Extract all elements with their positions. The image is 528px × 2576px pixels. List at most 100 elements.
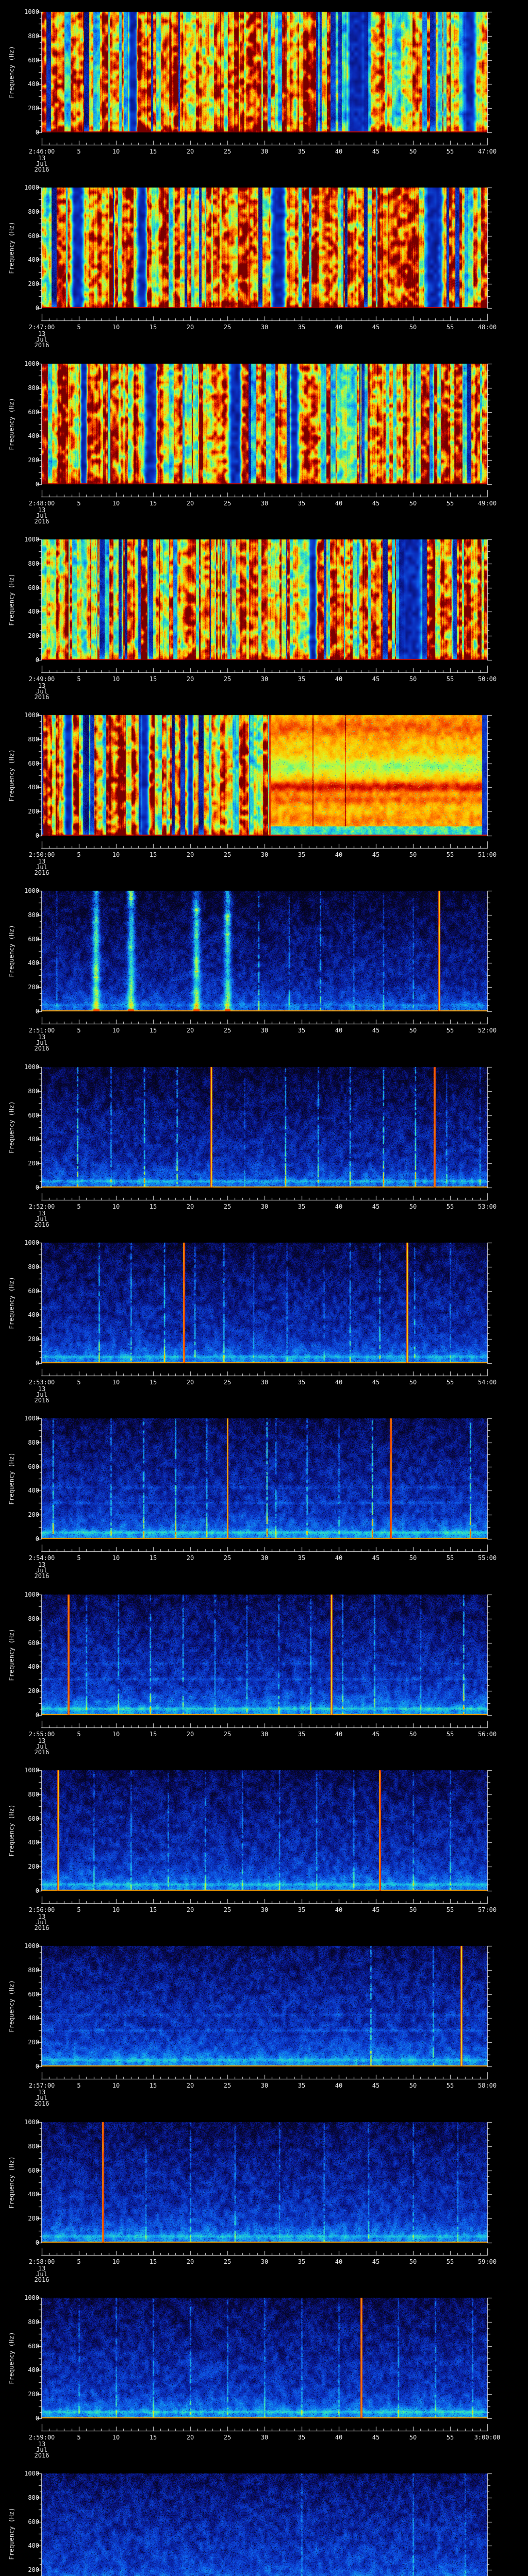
y-tick-label: 200 — [28, 280, 39, 287]
date-line: 2016 — [34, 342, 50, 349]
x-tick-label: 15 — [149, 148, 157, 155]
x-tick-label: 15 — [149, 1203, 157, 1210]
spectrogram-panel: Frequency (Hz) 0 200 400 600 800 1000 2:56:00 5… — [0, 1758, 528, 1934]
x-tick-label: 45 — [372, 1027, 380, 1034]
x-tick-label: 35 — [298, 1379, 306, 1386]
x-tick-label: 55 — [446, 2082, 454, 2089]
spectrogram-panel: Frequency (Hz) 0 200 400 600 800 1000 2:49:00 5… — [0, 528, 528, 703]
x-tick-label: 25 — [223, 2082, 232, 2089]
y-axis-title: Frequency (Hz) — [1, 891, 23, 1011]
x-start-time-label: 2:58:00 — [28, 2258, 55, 2265]
y-axis-title: Frequency (Hz) — [1, 715, 23, 836]
x-tick-label: 5 — [77, 500, 81, 507]
x-tick-label: 5 — [77, 1554, 81, 1562]
x-end-time-label: 55:00 — [477, 1554, 497, 1562]
x-tick-label: 25 — [223, 2258, 232, 2265]
x-tick-label: 20 — [186, 2434, 194, 2441]
x-end-time-label: 56:00 — [477, 1731, 497, 1738]
y-tick-label: 800 — [28, 736, 39, 743]
spectrogram-panel: Frequency (Hz) 0 200 400 600 800 1000 2:57:00 5… — [0, 1934, 528, 2110]
y-tick-label: 800 — [28, 1967, 39, 1974]
y-tick-label: 1000 — [24, 8, 39, 15]
x-start-time-label: 2:49:00 — [28, 675, 55, 683]
x-tick-label: 40 — [335, 2082, 343, 2089]
y-tick-label: 400 — [28, 608, 39, 615]
x-tick-label: 40 — [335, 148, 343, 155]
x-tick-label: 35 — [298, 2082, 306, 2089]
x-tick-label: 5 — [77, 1203, 81, 1210]
y-tick-label: 400 — [28, 2014, 39, 2022]
y-tick-label: 400 — [28, 1487, 39, 1494]
date-label: 13 Jul 2016 — [19, 1386, 65, 1403]
x-tick-label: 10 — [112, 2082, 120, 2089]
x-tick-label: 50 — [409, 500, 417, 507]
y-tick-label: 400 — [28, 80, 39, 88]
x-start-time-label: 2:50:00 — [28, 851, 55, 858]
x-tick-label: 25 — [223, 1554, 232, 1562]
x-tick-label: 5 — [77, 1906, 81, 1913]
x-tick-label: 35 — [298, 1203, 306, 1210]
y-tick-label: 600 — [28, 409, 39, 416]
x-tick-label: 10 — [112, 2258, 120, 2265]
x-end-time-label: 53:00 — [477, 1203, 497, 1210]
date-line: 2016 — [34, 166, 50, 173]
y-axis-title: Frequency (Hz) — [1, 2122, 23, 2243]
y-tick-label: 400 — [28, 432, 39, 439]
date-line: 2016 — [34, 1221, 50, 1228]
y-tick-label: 600 — [28, 1287, 39, 1295]
y-axis-title: Frequency (Hz) — [1, 1595, 23, 1715]
spectrogram-panel: Frequency (Hz) 0 200 400 600 800 1000 2:47:00 5… — [0, 176, 528, 352]
y-tick-label: 1000 — [24, 1767, 39, 1774]
y-tick-label: 400 — [28, 1136, 39, 1143]
y-axis-title: Frequency (Hz) — [1, 1770, 23, 1891]
date-line: 2016 — [34, 869, 50, 876]
y-tick-label: 200 — [28, 2391, 39, 2398]
x-tick-label: 35 — [298, 324, 306, 331]
x-tick-label: 50 — [409, 324, 417, 331]
x-tick-label: 5 — [77, 1731, 81, 1738]
x-tick-label: 30 — [260, 1554, 269, 1562]
date-line: 2016 — [34, 2276, 50, 2283]
y-tick-label: 400 — [28, 2191, 39, 2198]
x-tick-label: 15 — [149, 1731, 157, 1738]
date-label: 13 Jul 2016 — [19, 1034, 65, 1052]
x-tick-label: 30 — [260, 1203, 269, 1210]
spectrogram-canvas — [0, 2462, 528, 2576]
x-tick-label: 30 — [260, 2258, 269, 2265]
date-label: 13 Jul 2016 — [19, 683, 65, 700]
x-end-time-label: 50:00 — [477, 675, 497, 683]
y-tick-label: 600 — [28, 1463, 39, 1470]
date-label: 13 Jul 2016 — [19, 155, 65, 173]
y-tick-label: 1000 — [24, 2294, 39, 2301]
x-tick-label: 45 — [372, 500, 380, 507]
x-tick-label: 45 — [372, 1379, 380, 1386]
x-tick-label: 40 — [335, 1203, 343, 1210]
x-tick-label: 40 — [335, 851, 343, 858]
y-axis-title: Frequency (Hz) — [1, 2298, 23, 2418]
date-label: 13 Jul 2016 — [19, 1913, 65, 1931]
x-tick-label: 5 — [77, 324, 81, 331]
y-tick-label: 1000 — [24, 887, 39, 894]
x-tick-label: 10 — [112, 2434, 120, 2441]
y-tick-label: 0 — [35, 1887, 39, 1894]
x-tick-label: 20 — [186, 324, 194, 331]
y-tick-label: 0 — [35, 304, 39, 312]
x-tick-label: 35 — [298, 1027, 306, 1034]
x-tick-label: 50 — [409, 1554, 417, 1562]
x-tick-label: 45 — [372, 2082, 380, 2089]
y-tick-label: 200 — [28, 1160, 39, 1167]
x-tick-label: 15 — [149, 500, 157, 507]
x-tick-label: 55 — [446, 1027, 454, 1034]
y-axis-title-text: Frequency (Hz) — [8, 573, 15, 626]
y-tick-label: 0 — [35, 2063, 39, 2070]
x-end-time-label: 57:00 — [477, 1906, 497, 1913]
x-tick-label: 50 — [409, 1906, 417, 1913]
y-tick-label: 200 — [28, 1335, 39, 1343]
x-tick-label: 25 — [223, 2434, 232, 2441]
x-tick-label: 35 — [298, 675, 306, 683]
x-tick-label: 45 — [372, 148, 380, 155]
y-tick-label: 200 — [28, 632, 39, 639]
x-start-time-label: 2:52:00 — [28, 1203, 55, 1210]
x-tick-label: 35 — [298, 2258, 306, 2265]
spectrogram-stack: Frequency (Hz) 0 200 400 600 800 1000 2:46:00 5… — [0, 0, 528, 2576]
